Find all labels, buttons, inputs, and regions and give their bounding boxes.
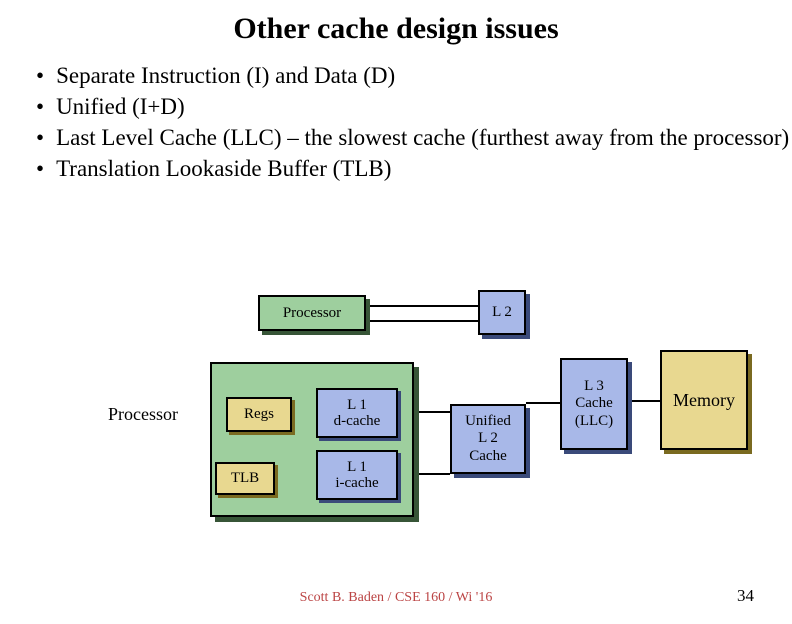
bullet-list: Separate Instruction (I) and Data (D) Un…: [36, 60, 792, 184]
memory-box: Memory: [660, 350, 748, 450]
l1-icache-box: L 1i-cache: [316, 450, 398, 500]
connector: [628, 400, 660, 402]
tlb-box: TLB: [215, 462, 275, 495]
unified-l2-box: UnifiedL 2Cache: [450, 404, 526, 474]
processor-label: Processor: [108, 404, 178, 425]
l2-box: L 2: [478, 290, 526, 335]
slide-number: 34: [737, 586, 754, 606]
bullet-item: Translation Lookaside Buffer (TLB): [36, 153, 792, 184]
bullet-item: Separate Instruction (I) and Data (D): [36, 60, 792, 91]
connector: [366, 320, 478, 322]
connector: [366, 305, 478, 307]
bullet-item: Last Level Cache (LLC) – the slowest cac…: [36, 122, 792, 153]
processor-top-box: Processor: [258, 295, 366, 331]
bullet-item: Unified (I+D): [36, 91, 792, 122]
slide-title: Other cache design issues: [0, 12, 792, 46]
regs-box: Regs: [226, 397, 292, 432]
footer-credit: Scott B. Baden / CSE 160 / Wi '16: [0, 590, 792, 606]
l3-llc-box: L 3Cache(LLC): [560, 358, 628, 450]
connector: [526, 402, 560, 404]
l1-dcache-box: L 1d-cache: [316, 388, 398, 438]
